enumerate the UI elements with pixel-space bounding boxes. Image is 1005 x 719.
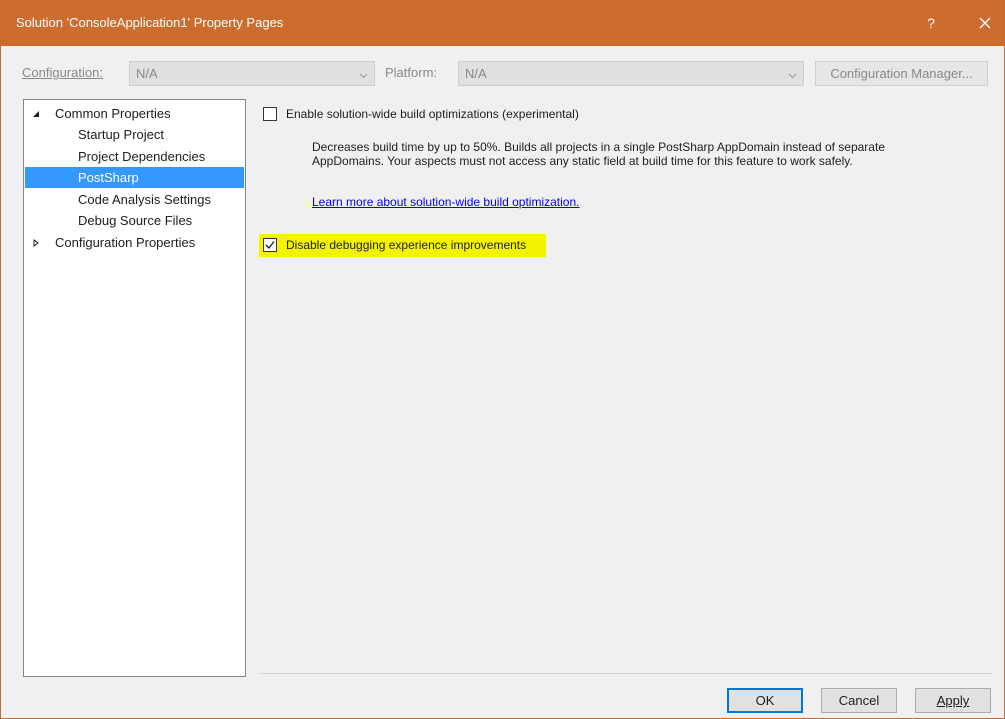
- platform-value: N/A: [465, 66, 487, 81]
- chevron-down-icon: [788, 73, 797, 79]
- tree-item-configuration-properties[interactable]: Configuration Properties: [28, 232, 243, 253]
- close-icon: [979, 17, 991, 29]
- property-tree: Common Properties Startup Project Projec…: [23, 99, 246, 677]
- apply-button[interactable]: Apply: [915, 688, 991, 713]
- configuration-toolbar: Configuration: N/A Platform: N/A Configu…: [1, 59, 1004, 89]
- configuration-combobox[interactable]: N/A: [129, 61, 375, 86]
- close-button[interactable]: [973, 12, 997, 34]
- solution-wide-optimization-label: Enable solution-wide build optimizations…: [286, 107, 579, 121]
- configuration-value: N/A: [136, 66, 158, 81]
- property-pages-window: Solution 'ConsoleApplication1' Property …: [0, 0, 1005, 719]
- platform-label: Platform:: [385, 65, 438, 80]
- help-button[interactable]: ?: [919, 12, 943, 34]
- tree-item-debug-source-files[interactable]: Debug Source Files: [28, 210, 243, 231]
- disable-debugging-label: Disable debugging experience improvement…: [286, 238, 527, 252]
- tree-item-common-properties[interactable]: Common Properties: [28, 103, 243, 124]
- solution-wide-optimization-option[interactable]: Enable solution-wide build optimizations…: [263, 104, 663, 126]
- apply-button-label: Apply: [936, 693, 970, 708]
- tree-item-label: Code Analysis Settings: [78, 192, 211, 207]
- tree-item-code-analysis-settings[interactable]: Code Analysis Settings: [28, 189, 243, 210]
- cancel-button[interactable]: Cancel: [821, 688, 897, 713]
- optimization-description: Decreases build time by up to 50%. Build…: [312, 140, 885, 168]
- tree-item-postsharp[interactable]: PostSharp: [25, 167, 244, 188]
- disable-debugging-checkbox[interactable]: [263, 238, 277, 252]
- tree-item-startup-project[interactable]: Startup Project: [28, 124, 243, 145]
- configuration-label: Configuration:: [22, 65, 103, 80]
- title-bar[interactable]: Solution 'ConsoleApplication1' Property …: [1, 1, 1004, 46]
- ok-button[interactable]: OK: [727, 688, 803, 713]
- chevron-down-icon: [359, 73, 368, 79]
- configuration-manager-button[interactable]: Configuration Manager...: [815, 61, 988, 86]
- tree-item-label: Debug Source Files: [78, 213, 193, 228]
- expanded-triangle-icon: [33, 111, 39, 117]
- tree-item-project-dependencies[interactable]: Project Dependencies: [28, 146, 243, 167]
- solution-wide-optimization-checkbox[interactable]: [263, 107, 277, 121]
- tree-item-label: PostSharp: [78, 170, 139, 185]
- tree-item-label: Startup Project: [78, 127, 164, 142]
- tree-item-label: Configuration Properties: [55, 235, 196, 250]
- configuration-label-text: Configuration:: [22, 65, 103, 80]
- bottom-separator: [259, 673, 992, 674]
- window-title: Solution 'ConsoleApplication1' Property …: [16, 15, 284, 30]
- postsharp-settings-panel: Enable solution-wide build optimizations…: [259, 99, 992, 665]
- collapsed-triangle-icon: [33, 239, 39, 247]
- platform-combobox[interactable]: N/A: [458, 61, 804, 86]
- learn-more-link[interactable]: Learn more about solution-wide build opt…: [312, 195, 580, 209]
- tree-item-label: Common Properties: [55, 106, 171, 121]
- tree-item-label: Project Dependencies: [78, 149, 206, 164]
- disable-debugging-option[interactable]: Disable debugging experience improvement…: [263, 235, 543, 257]
- checkmark-icon: [265, 241, 275, 249]
